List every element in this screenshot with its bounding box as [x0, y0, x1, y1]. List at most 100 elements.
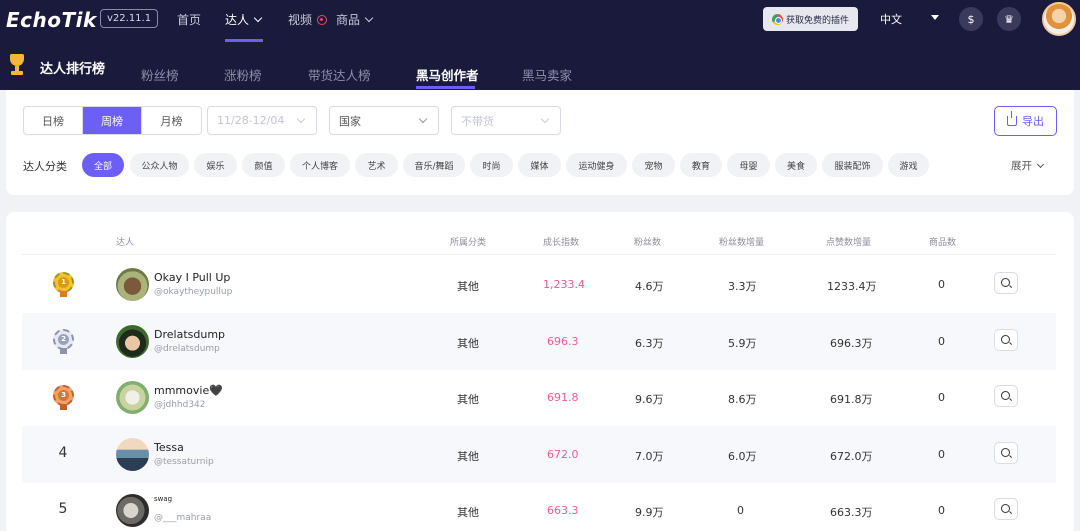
nav-creators[interactable]: 达人 — [225, 11, 263, 28]
search-icon[interactable] — [994, 498, 1018, 520]
live-icon — [317, 15, 328, 25]
tab-dark-horse-sellers[interactable]: 黑马卖家 — [522, 65, 572, 84]
nav-creators-label: 达人 — [225, 13, 250, 27]
crown-icon[interactable]: ♛ — [997, 7, 1021, 31]
search-icon[interactable] — [994, 329, 1018, 351]
growth-cell: 1,233.4 — [543, 278, 585, 291]
category-chip[interactable]: 音乐/舞蹈 — [403, 153, 465, 177]
products-cell: 0 — [938, 335, 945, 348]
date-range-select[interactable]: 11/28-12/04 — [207, 106, 317, 135]
category-label: 达人分类 — [23, 160, 67, 173]
category-chip[interactable]: 美食 — [775, 153, 817, 177]
period-weekly[interactable]: 周榜 — [83, 107, 142, 134]
follower-gain-cell: 5.9万 — [728, 337, 757, 350]
nav-home[interactable]: 首页 — [177, 11, 201, 28]
avatar — [116, 494, 149, 527]
echotik-logo[interactable]: EchoTik — [6, 8, 97, 32]
creator-handle: @drelatsdump — [154, 344, 220, 354]
language-selector[interactable]: 中文 — [880, 11, 902, 27]
silver-medal-icon: 2 — [52, 328, 75, 355]
follower-gain-cell: 0 — [737, 504, 744, 517]
creator-name[interactable]: Tessa — [154, 441, 184, 454]
category-chip[interactable]: 教育 — [680, 153, 722, 177]
column-header-follower-gain: 粉丝数增量 — [719, 238, 765, 248]
follower-gain-cell: 8.6万 — [728, 393, 757, 406]
country-select[interactable]: 国家 — [329, 106, 439, 135]
like-gain-cell: 672.0万 — [830, 450, 873, 463]
chevron-down-icon — [1036, 160, 1045, 169]
category-chip[interactable]: 时尚 — [470, 153, 513, 177]
products-cell: 0 — [938, 448, 945, 461]
expand-label: 展开 — [1011, 160, 1032, 172]
date-range-value: 11/28-12/04 — [217, 114, 285, 127]
tab-dark-horse-creators[interactable]: 黑马创作者 — [416, 65, 479, 84]
creator-handle: @jdhhd342 — [154, 400, 206, 410]
creator-name[interactable]: Drelatsdump — [154, 328, 225, 341]
category-chip[interactable]: 艺术 — [355, 153, 398, 177]
category-chip[interactable]: 宠物 — [632, 153, 675, 177]
caret-down-icon[interactable] — [931, 15, 939, 20]
column-header-like-gain: 点赞数增量 — [826, 238, 872, 248]
growth-cell: 663.3 — [547, 504, 579, 517]
tab-follower-growth[interactable]: 涨粉榜 — [224, 65, 262, 84]
table-row[interactable]: 5 swag @___mahraa 其他 663.3 9.9万 0 663.3万… — [22, 482, 1056, 531]
nav-videos[interactable]: 视频 — [288, 11, 328, 28]
selling-select[interactable]: 不带货 — [451, 106, 561, 135]
category-chip[interactable]: 运动健身 — [566, 153, 627, 177]
chevron-down-icon — [364, 13, 374, 23]
export-label: 导出 — [1022, 115, 1044, 128]
get-plugin-button[interactable]: 获取免费的插件 — [763, 7, 858, 31]
category-chip[interactable]: 全部 — [82, 153, 124, 177]
follower-gain-cell: 3.3万 — [728, 280, 757, 293]
top-navigation — [0, 0, 1080, 42]
category-chip[interactable]: 服装配饰 — [822, 153, 883, 177]
tab-sales-creators[interactable]: 带货达人榜 — [308, 65, 371, 84]
category-chip[interactable]: 公众人物 — [130, 153, 189, 177]
category-chip[interactable]: 媒体 — [518, 153, 561, 177]
like-gain-cell: 691.8万 — [830, 393, 873, 406]
coin-icon[interactable]: $ — [959, 7, 983, 31]
creator-name[interactable]: swag — [154, 495, 172, 503]
chrome-icon — [771, 13, 783, 25]
rank-number: 4 — [58, 445, 68, 461]
search-icon[interactable] — [994, 272, 1018, 294]
tab-followers[interactable]: 粉丝榜 — [141, 65, 179, 84]
category-cell: 其他 — [457, 337, 479, 350]
export-button[interactable]: 导出 — [994, 106, 1057, 136]
table-row[interactable]: 1 Okay I Pull Up @okaytheypullup 其他 1,23… — [22, 256, 1056, 313]
user-avatar[interactable] — [1042, 2, 1076, 36]
creator-name[interactable]: mmmovie🖤 — [154, 384, 223, 397]
category-chip[interactable]: 个人博客 — [290, 153, 350, 177]
column-header-products: 商品数 — [929, 238, 957, 248]
column-header-creator: 达人 — [116, 238, 135, 248]
header-divider — [22, 254, 1056, 255]
column-header-category: 所属分类 — [450, 238, 487, 248]
expand-categories-button[interactable]: 展开 — [1011, 158, 1045, 173]
table-row[interactable]: 2 Drelatsdump @drelatsdump 其他 696.3 6.3万… — [22, 313, 1056, 370]
like-gain-cell: 696.3万 — [830, 337, 873, 350]
category-chip[interactable]: 游戏 — [888, 153, 929, 177]
export-icon — [1007, 111, 1017, 126]
table-row[interactable]: 4 Tessa @tessaturnip 其他 672.0 7.0万 6.0万 … — [22, 426, 1056, 483]
category-chip[interactable]: 母婴 — [727, 153, 770, 177]
column-header-followers: 粉丝数 — [634, 238, 662, 248]
table-row[interactable]: 3 mmmovie🖤 @jdhhd342 其他 691.8 9.6万 8.6万 … — [22, 369, 1056, 426]
bronze-medal-icon: 3 — [52, 384, 75, 411]
gold-medal-icon: 1 — [52, 271, 75, 298]
category-chip[interactable]: 颜值 — [242, 153, 285, 177]
avatar — [116, 381, 149, 414]
creator-handle: @___mahraa — [154, 513, 212, 523]
nav-products[interactable]: 商品 — [336, 11, 374, 28]
category-cell: 其他 — [457, 450, 479, 463]
search-icon[interactable] — [994, 385, 1018, 407]
period-monthly[interactable]: 月榜 — [142, 107, 201, 134]
period-daily[interactable]: 日榜 — [24, 107, 83, 134]
search-icon[interactable] — [994, 442, 1018, 464]
chevron-down-icon — [253, 13, 263, 23]
category-chip[interactable]: 娱乐 — [194, 153, 237, 177]
creator-name[interactable]: Okay I Pull Up — [154, 271, 230, 284]
growth-cell: 691.8 — [547, 391, 579, 404]
period-switch: 日榜 周榜 月榜 — [23, 106, 202, 135]
tab-active-indicator — [416, 86, 475, 89]
trophy-icon — [8, 54, 26, 76]
